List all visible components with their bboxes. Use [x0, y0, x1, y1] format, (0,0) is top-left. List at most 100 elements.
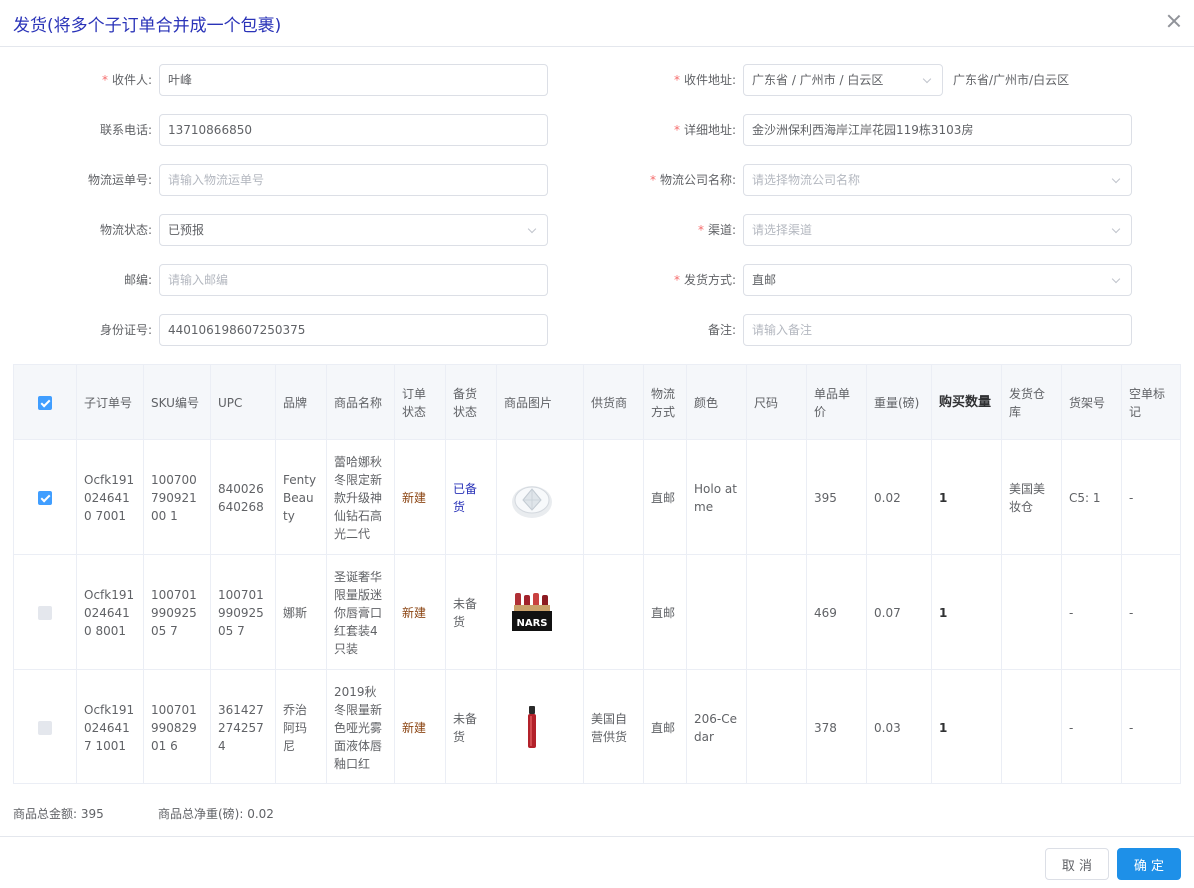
lip-gloss-image	[528, 705, 536, 748]
cell-name: 2019秋冬限量新色哑光雾面液体唇釉口红	[334, 684, 383, 771]
cell-warehouse	[1001, 555, 1061, 670]
cell-weight: 0.02	[874, 490, 901, 505]
cell-sku: 10070079092100 1	[151, 472, 197, 523]
chevron-down-icon	[1111, 224, 1121, 234]
courier-select[interactable]: 请选择物流公司名称	[743, 164, 1132, 196]
receiver-label: * 收件人:	[101, 73, 152, 87]
header-divider	[0, 46, 1194, 47]
cell-brand: 娜斯	[283, 605, 308, 620]
remark-input[interactable]: 请输入备注	[743, 314, 1132, 346]
cell-method: 直邮	[651, 490, 676, 505]
th-price: 单品单价	[814, 386, 851, 419]
table-row: Ocfk1910246417 1001 10070199082901 6 361…	[14, 670, 1180, 785]
remark-label: 备注:	[707, 323, 736, 337]
lipstick-set-image: NARS	[512, 592, 552, 631]
cell-qty: 1	[939, 605, 948, 620]
cell-size	[746, 670, 806, 785]
id-number-input[interactable]: 440106198607250375	[159, 314, 548, 346]
receiver-input[interactable]: 叶峰	[159, 64, 548, 96]
cell-empty: -	[1129, 605, 1134, 620]
select-all-checkbox[interactable]	[38, 395, 52, 410]
row-checkbox[interactable]	[38, 720, 52, 735]
row-checkbox[interactable]	[38, 605, 52, 620]
postcode-input[interactable]: 请输入邮编	[159, 264, 548, 296]
logistics-status-label: 物流状态:	[99, 223, 152, 237]
form-row-3: 物流运单号: 请输入物流运单号 * 物流公司名称: 请选择物流公司名称	[0, 164, 1194, 196]
detail-address-label: * 详细地址:	[673, 123, 736, 137]
cell-order: Ocfk1910246417 1001	[84, 702, 135, 753]
form-row-1: * 收件人: 叶峰 * 收件地址: 广东省 / 广州市 / 白云区 广东省/广州市/…	[0, 64, 1194, 96]
highlighter-compact-image	[512, 485, 552, 518]
form-row-4: 物流状态: 已预报 * 渠道: 请选择渠道	[0, 214, 1194, 246]
cancel-button[interactable]: 取 消	[1045, 848, 1109, 880]
form-row-2: 联系电话: 13710866850 * 详细地址: 金沙洲保利西海岸江岸花园119…	[0, 114, 1194, 146]
form-row-6: 身份证号: 440106198607250375 备注: 请输入备注	[0, 314, 1194, 346]
th-order: 子订单号	[84, 395, 133, 410]
cell-method: 直邮	[651, 720, 676, 735]
id-number-label: 身份证号:	[99, 323, 152, 337]
th-supplier: 供货商	[591, 395, 628, 410]
th-name: 商品名称	[334, 395, 383, 410]
cell-name: 圣诞奢华限量版迷你唇膏口红套装4只装	[334, 569, 383, 656]
tracking-input[interactable]: 请输入物流运单号	[159, 164, 548, 196]
th-status: 订单状态	[402, 386, 427, 419]
logistics-status-select[interactable]: 已预报	[159, 214, 548, 246]
cell-price: 378	[814, 720, 837, 735]
total-amount: 商品总金额: 395	[13, 807, 104, 821]
cell-size	[746, 440, 806, 555]
tracking-label: 物流运单号:	[87, 173, 152, 187]
cell-upc: 3614272742574	[218, 702, 264, 753]
th-size: 尺码	[754, 395, 779, 410]
channel-select[interactable]: 请选择渠道	[743, 214, 1132, 246]
phone-input[interactable]: 13710866850	[159, 114, 548, 146]
th-color: 颜色	[694, 395, 719, 410]
chevron-down-icon	[1111, 174, 1121, 184]
cell-sku: 10070199082901 6	[151, 702, 197, 753]
dialog-title: 发货(将多个子订单合并成一个包裹)	[13, 16, 282, 36]
th-image: 商品图片	[504, 395, 553, 410]
cell-shelf: C5: 1	[1069, 490, 1101, 505]
total-weight: 商品总净重(磅): 0.02	[158, 807, 274, 821]
th-qty: 购买数量	[939, 394, 992, 410]
ship-method-select[interactable]: 直邮	[743, 264, 1132, 296]
cell-upc: 840026640268	[218, 481, 264, 514]
cell-sku: 10070199092505 7	[151, 587, 197, 638]
confirm-button[interactable]: 确 定	[1117, 848, 1181, 880]
chevron-down-icon	[1111, 274, 1121, 284]
cell-supplier: 美国自营供货	[591, 711, 628, 744]
table-row: Ocfk1910246410 7001 10070079092100 1 840…	[14, 440, 1180, 555]
cell-price: 395	[814, 490, 837, 505]
th-sku: SKU编号	[151, 395, 199, 410]
footer-divider	[0, 836, 1194, 837]
cell-status: 新建	[402, 490, 427, 505]
postcode-label: 邮编:	[123, 273, 152, 287]
cell-empty: -	[1129, 490, 1134, 505]
cell-supplier	[583, 555, 643, 670]
svg-text:NARS: NARS	[516, 618, 547, 629]
th-method: 物流方式	[651, 386, 676, 419]
th-empty: 空单标记	[1129, 386, 1166, 419]
address-text: 广东省/广州市/白云区	[953, 73, 1070, 87]
cell-weight: 0.03	[874, 720, 901, 735]
cell-shelf: -	[1069, 720, 1074, 735]
cell-price: 469	[814, 605, 837, 620]
row-checkbox[interactable]	[38, 490, 52, 505]
table-header: 子订单号 SKU编号 UPC 品牌 商品名称 订单状态 备货状态 商品图片 供货…	[14, 365, 1180, 440]
ship-method-label: * 发货方式:	[673, 273, 736, 287]
order-table: 子订单号 SKU编号 UPC 品牌 商品名称 订单状态 备货状态 商品图片 供货…	[13, 364, 1181, 784]
cell-brand: 乔治阿玛尼	[283, 702, 308, 753]
chevron-down-icon	[922, 74, 932, 84]
cell-supplier	[583, 440, 643, 555]
cell-weight: 0.07	[874, 605, 901, 620]
cell-empty: -	[1129, 720, 1134, 735]
close-icon[interactable]	[1167, 14, 1181, 28]
detail-address-input[interactable]: 金沙洲保利西海岸江岸花园119栋3103房	[743, 114, 1132, 146]
cell-brand: Fenty Beauty	[283, 472, 317, 523]
form-row-5: 邮编: 请输入邮编 * 发货方式: 直邮	[0, 264, 1194, 296]
cell-name: 蕾哈娜秋冬限定新款升级神仙钻石高光二代	[334, 454, 383, 541]
cell-status: 新建	[402, 605, 427, 620]
cell-color: Holo at me	[694, 481, 737, 514]
address-cascader[interactable]: 广东省 / 广州市 / 白云区	[743, 64, 943, 96]
table-row: Ocfk1910246410 8001 10070199092505 7 100…	[14, 555, 1180, 670]
th-weight: 重量(磅)	[874, 395, 920, 410]
